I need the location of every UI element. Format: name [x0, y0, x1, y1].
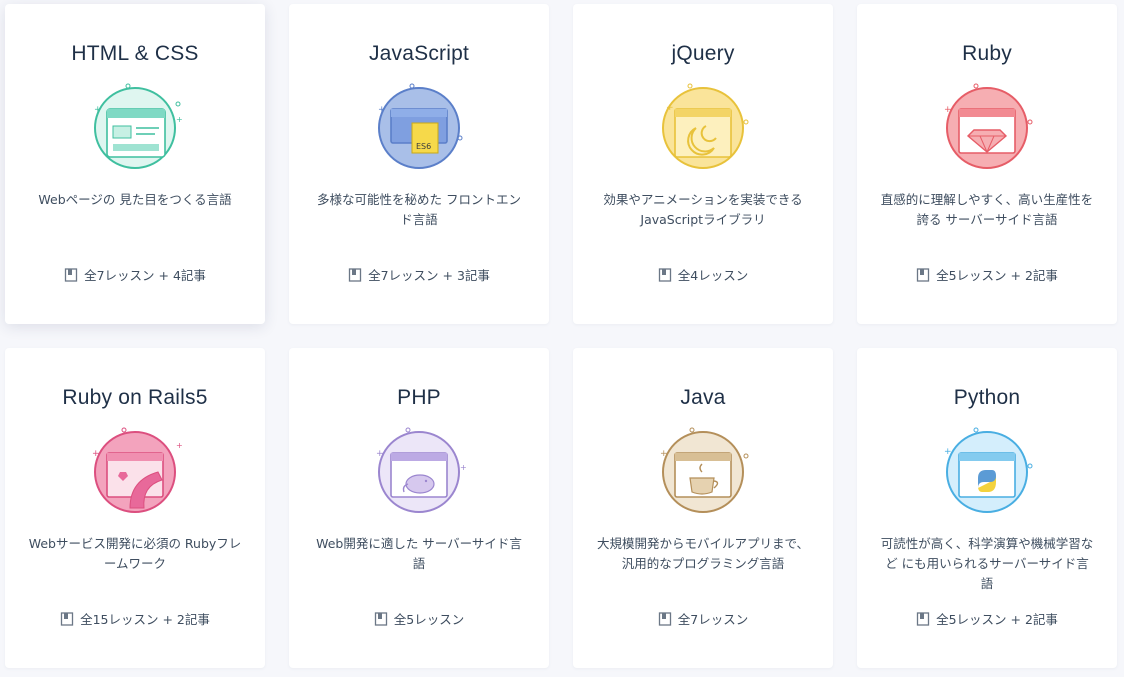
- course-card-ruby[interactable]: Ruby + 直感的に理解しやすく、高い生産性を 誇る サーバーサイド言語 全5…: [857, 4, 1117, 324]
- svg-text:+: +: [94, 105, 102, 115]
- lesson-count-text: 全7レッスン + 4記事: [84, 268, 206, 283]
- course-description: Web開発に適した サーバーサイド言語: [316, 536, 522, 571]
- course-title: Java: [680, 386, 726, 409]
- lesson-count-text: 全4レッスン: [677, 268, 749, 283]
- book-icon: [374, 611, 387, 626]
- book-icon: [64, 267, 78, 282]
- course-title: Ruby: [962, 42, 1012, 65]
- course-card-javascript[interactable]: JavaScript + ES6 多様な可能性を秘めた フロントエンド言語 全7…: [289, 4, 549, 324]
- course-title: Python: [953, 386, 1021, 409]
- php-icon: + +: [376, 427, 467, 513]
- course-card-python[interactable]: Python + 可読性が高く、科学演算や機械学習な ど にも用いられるサーバー…: [857, 348, 1117, 668]
- lesson-count-text: 全15レッスン + 2記事: [80, 612, 210, 627]
- lesson-count: 全7レッスン + 4記事: [5, 265, 265, 284]
- svg-text:+: +: [666, 103, 674, 113]
- course-card-php[interactable]: PHP + + Web開発に適した サーバーサイド言語 全5レッスン: [289, 348, 549, 668]
- book-icon: [916, 611, 930, 626]
- ruby-icon: +: [944, 83, 1033, 169]
- course-description: 可読性が高く、科学演算や機械学習な ど にも用いられるサーバーサイド言語: [880, 536, 1094, 591]
- course-description: 多様な可能性を秘めた フロントエンド言語: [317, 192, 521, 227]
- svg-text:+: +: [378, 105, 386, 115]
- course-card-html-css[interactable]: HTML & CSS + + Webページの 見た目をつくる言語 全7レッスン …: [5, 4, 265, 324]
- lesson-count-text: 全7レッスン + 3記事: [368, 268, 490, 283]
- jquery-icon: +: [662, 83, 749, 169]
- svg-text:+: +: [660, 449, 668, 459]
- lesson-count: 全4レッスン: [573, 265, 833, 284]
- course-description: 効果やアニメーションを実装できる JavaScriptライブラリ: [603, 192, 803, 227]
- course-title: HTML & CSS: [71, 42, 199, 65]
- lesson-count-text: 全5レッスン: [393, 612, 465, 627]
- lesson-count: 全5レッスン: [289, 609, 549, 628]
- rails-icon: + +: [92, 427, 183, 513]
- course-title: Ruby on Rails5: [62, 386, 208, 409]
- lesson-count-text: 全5レッスン + 2記事: [936, 612, 1058, 627]
- course-title: jQuery: [671, 42, 735, 65]
- svg-text:ES6: ES6: [416, 142, 431, 151]
- svg-text:+: +: [944, 105, 952, 115]
- lesson-count: 全5レッスン + 2記事: [857, 609, 1117, 628]
- course-card-jquery[interactable]: jQuery + 効果やアニメーションを実装できる JavaScriptライブラ…: [573, 4, 833, 324]
- lesson-count-text: 全7レッスン: [677, 612, 749, 627]
- javascript-icon: + ES6: [378, 83, 463, 169]
- course-description: 大規模開発からモバイルアプリまで、 汎用的なプログラミング言語: [596, 536, 809, 571]
- book-icon: [60, 611, 74, 626]
- book-icon: [658, 267, 671, 282]
- course-card-java[interactable]: Java + 大規模開発からモバイルアプリまで、 汎用的なプログラミング言語 全…: [573, 348, 833, 668]
- lesson-count: 全5レッスン + 2記事: [857, 265, 1117, 284]
- html-css-icon: + +: [94, 83, 183, 169]
- course-description: Webページの 見た目をつくる言語: [38, 192, 232, 207]
- course-title: PHP: [397, 386, 441, 409]
- svg-text:+: +: [92, 449, 100, 459]
- lesson-count: 全7レッスン: [573, 609, 833, 628]
- java-icon: +: [660, 427, 749, 513]
- course-description: Webサービス開発に必須の Rubyフレームワーク: [28, 536, 242, 571]
- lesson-count: 全15レッスン + 2記事: [5, 609, 265, 628]
- svg-text:+: +: [376, 449, 384, 459]
- course-description: 直感的に理解しやすく、高い生産性を 誇る サーバーサイド言語: [880, 192, 1094, 227]
- svg-text:+: +: [176, 441, 183, 450]
- course-title: JavaScript: [368, 42, 470, 65]
- book-icon: [348, 267, 362, 282]
- python-icon: +: [944, 427, 1033, 513]
- svg-text:+: +: [176, 115, 183, 124]
- lesson-count: 全7レッスン + 3記事: [289, 265, 549, 284]
- book-icon: [658, 611, 671, 626]
- lesson-count-text: 全5レッスン + 2記事: [936, 268, 1058, 283]
- svg-text:+: +: [944, 447, 952, 457]
- course-card-rails[interactable]: Ruby on Rails5 + + Webサービス開発に必須の Rubyフレー…: [5, 348, 265, 668]
- svg-text:+: +: [460, 463, 467, 472]
- book-icon: [916, 267, 930, 282]
